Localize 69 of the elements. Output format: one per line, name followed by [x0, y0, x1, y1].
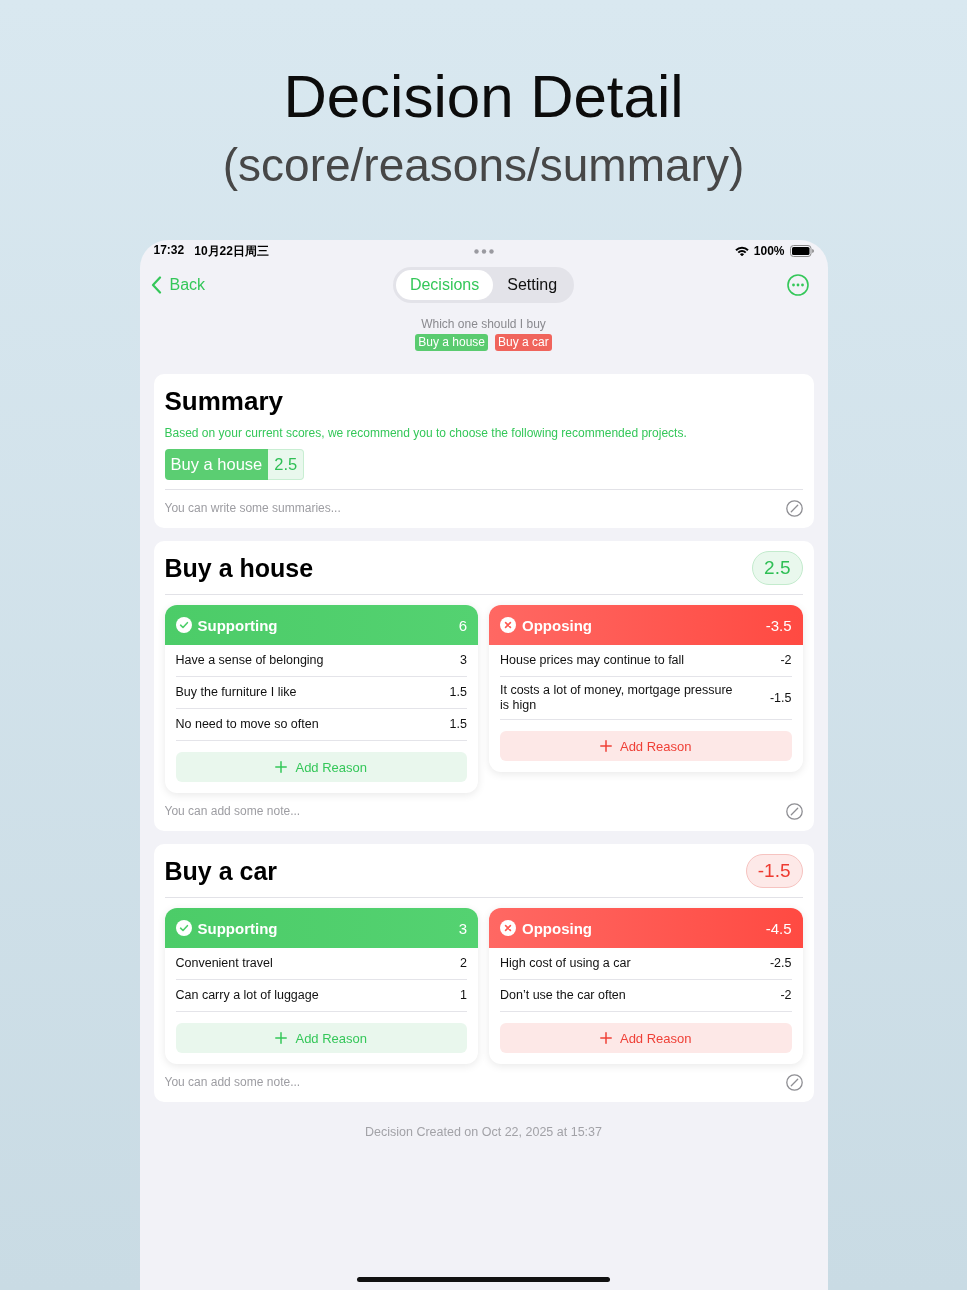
add-reason-button[interactable]: Add Reason [175, 1023, 467, 1053]
tab[interactable]: Setting [493, 270, 572, 300]
reason-score: 1.5 [448, 717, 467, 732]
x-circle-icon [500, 617, 516, 633]
slashed-circle-icon[interactable] [785, 802, 803, 820]
reason-score: -2 [779, 653, 792, 668]
note-field[interactable]: You can add some note... [164, 1075, 465, 1089]
reason-score: -2.5 [768, 956, 792, 971]
status-time: 17:32 [153, 242, 185, 259]
reason-text: High cost of using a car [500, 956, 632, 971]
reason-score: 1 [459, 988, 467, 1003]
reason-score: -2 [779, 988, 792, 1003]
column-total: 6 [458, 616, 467, 634]
option-title: Buy a car [164, 856, 278, 886]
check-circle-icon [175, 920, 192, 936]
summary-field[interactable]: You can write some summaries... [164, 501, 465, 515]
option-tag: Buy a house [415, 334, 488, 351]
reason-text: Buy the furniture I like [175, 685, 298, 700]
column-title: Supporting [197, 616, 279, 634]
summary-text: Based on your current scores, we recommend you to choose the following recommended projects. [164, 425, 688, 441]
reason-text: Can carry a lot of luggage [175, 988, 320, 1003]
column-total: -3.5 [765, 616, 792, 634]
reason-text: Have a sense of belonging [175, 653, 325, 668]
plus-icon [275, 761, 288, 773]
score-pill: -1.5 [745, 854, 803, 888]
created-date: Decision Created on Oct 22, 2025 at 15:37 [364, 1124, 603, 1140]
page-title: Decision Detail [283, 62, 684, 132]
note-field[interactable]: You can add some note... [164, 804, 465, 818]
plus-icon [275, 1032, 288, 1044]
column-total: 3 [458, 919, 467, 937]
add-reason-button[interactable]: Add Reason [500, 731, 792, 761]
column-title: Opposing [522, 919, 593, 937]
dots-icon[interactable] [473, 248, 494, 254]
chevron-icon [150, 276, 162, 294]
reason-text: Convenient travel [175, 956, 274, 971]
slashed-circle-icon[interactable] [785, 1073, 803, 1091]
add-reason-button[interactable]: Add Reason [175, 752, 467, 782]
battery-percent: 100% [753, 244, 785, 258]
reason-text: It costs a lot of money, mortgage pressure is hign [500, 683, 734, 713]
tab[interactable]: Decisions [395, 270, 494, 300]
card-title: Summary [164, 386, 284, 416]
back-button[interactable]: Back [150, 276, 206, 294]
option-title: Buy a house [164, 553, 314, 583]
reason-text: No need to move so often [175, 717, 320, 732]
page-subtitle: (score/reasons/summary) [222, 138, 745, 193]
recommended-score: 2.5 [268, 449, 305, 480]
option-tag: Buy a car [495, 334, 552, 351]
reason-score: 2 [459, 956, 467, 971]
recommended-option: Buy a house [164, 449, 269, 480]
plus-icon [599, 740, 612, 752]
column-title: Supporting [197, 919, 279, 937]
slashed-circle-icon[interactable] [785, 499, 803, 517]
column-total: -4.5 [765, 919, 792, 937]
reason-text: House prices may continue to fall [500, 653, 686, 668]
reason-score: 3 [459, 653, 467, 668]
x-circle-icon [500, 920, 516, 936]
plus-icon [599, 1032, 612, 1044]
status-date: 10月22日周三 [194, 242, 269, 260]
wifi-icon [734, 245, 749, 257]
score-pill: 2.5 [752, 551, 803, 585]
column-title: Opposing [522, 616, 593, 634]
reason-text: Don’t use the car often [500, 988, 627, 1003]
add-reason-button[interactable]: Add Reason [500, 1023, 792, 1053]
battery-icon [789, 245, 814, 257]
reason-score: -1.5 [768, 690, 792, 706]
reason-score: 1.5 [448, 685, 467, 700]
decision-question: Which one should I buy [420, 317, 547, 332]
check-circle-icon [175, 617, 192, 633]
more-icon[interactable] [786, 274, 809, 296]
